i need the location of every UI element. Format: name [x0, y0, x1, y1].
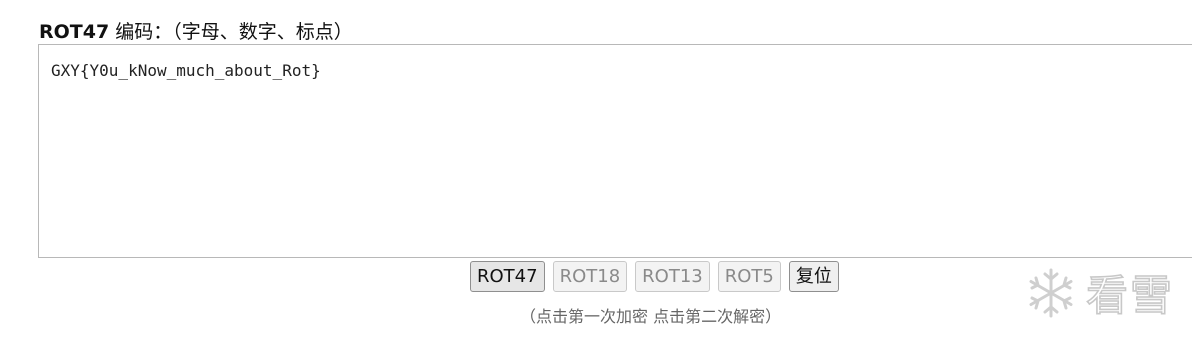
- watermark-text: 看雪: [1085, 270, 1175, 321]
- rot18-button[interactable]: ROT18: [552, 261, 628, 292]
- snowflake-icon: [1029, 268, 1073, 317]
- rot13-button[interactable]: ROT13: [635, 261, 710, 292]
- heading-strong: ROT47: [39, 21, 110, 43]
- rot47-button[interactable]: ROT47: [470, 261, 545, 292]
- usage-hint: （点击第一次加密 点击第二次解密）: [520, 307, 782, 326]
- encode-textarea[interactable]: [39, 45, 1192, 257]
- heading-description: 编码：（字母、数字、标点）: [109, 21, 353, 43]
- rot-button-group: ROT47 ROT18 ROT13 ROT5 复位: [470, 261, 839, 292]
- rot5-button[interactable]: ROT5: [717, 261, 781, 292]
- kanxue-watermark: 看雪: [1024, 262, 1174, 323]
- text-editor: [38, 44, 1192, 258]
- rot47-heading: ROT47 编码：（字母、数字、标点）: [39, 20, 353, 44]
- reset-button[interactable]: 复位: [788, 261, 839, 292]
